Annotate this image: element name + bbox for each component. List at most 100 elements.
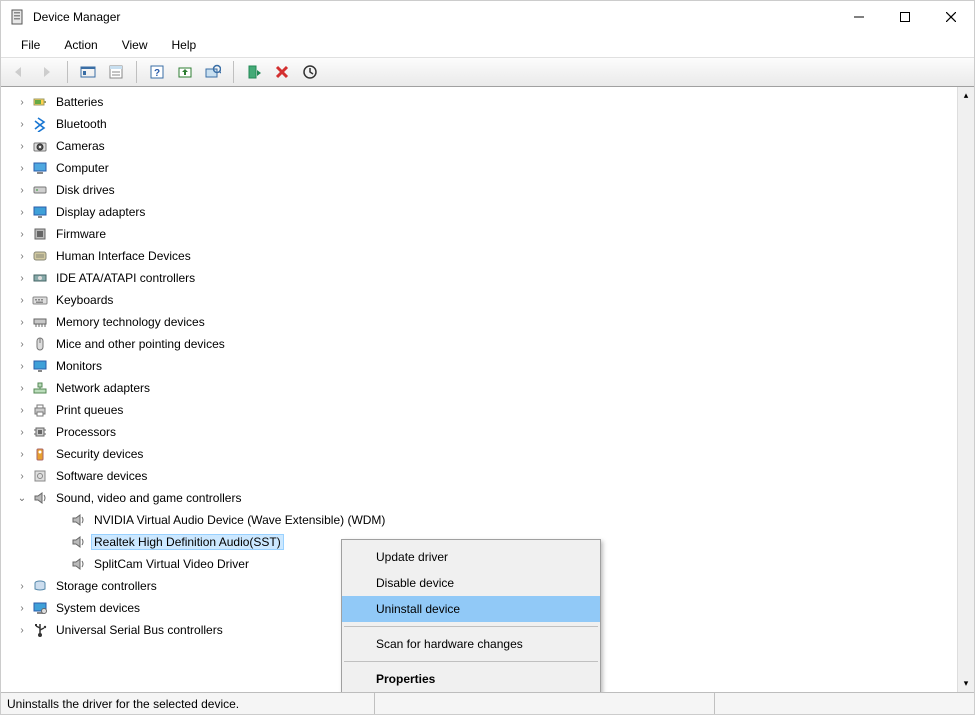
network-icon <box>31 379 49 397</box>
scrollbar[interactable]: ▴ ▾ <box>957 87 974 692</box>
tree-node[interactable]: › Processors <box>1 421 957 443</box>
ctx-uninstall-device[interactable]: Uninstall device <box>342 596 600 622</box>
tree-node[interactable]: ›Disk drives <box>1 179 957 201</box>
chevron-right-icon[interactable]: › <box>13 471 31 482</box>
tree-node-label: Monitors <box>53 359 105 373</box>
tree-node[interactable]: ›Keyboards <box>1 289 957 311</box>
content-area: ›Batteries›Bluetooth›Cameras›Computer›Di… <box>1 87 974 692</box>
chevron-right-icon[interactable]: › <box>13 317 31 328</box>
tree-node[interactable]: ›Mice and other pointing devices <box>1 333 957 355</box>
chevron-right-icon[interactable]: › <box>13 185 31 196</box>
tree-node-label: Network adapters <box>53 381 153 395</box>
tree-node-label: Processors <box>53 425 119 439</box>
tree-node[interactable]: › Monitors <box>1 355 957 377</box>
chevron-right-icon[interactable]: › <box>13 207 31 218</box>
ctx-disable-device[interactable]: Disable device <box>342 570 600 596</box>
tree-node-label: Security devices <box>53 447 146 461</box>
status-text: Uninstalls the driver for the selected d… <box>7 697 259 711</box>
camera-icon <box>31 137 49 155</box>
tree-node-label: Print queues <box>53 403 126 417</box>
tree-node[interactable]: ›Cameras <box>1 135 957 157</box>
status-divider <box>714 693 974 714</box>
chevron-right-icon[interactable]: › <box>13 383 31 394</box>
chevron-right-icon[interactable]: › <box>13 251 31 262</box>
bluetooth-icon <box>31 115 49 133</box>
ctx-properties[interactable]: Properties <box>342 666 600 692</box>
ide-icon <box>31 269 49 287</box>
chevron-right-icon[interactable]: › <box>13 97 31 108</box>
tree-node[interactable]: ⌄ Sound, video and game controllers <box>1 487 957 509</box>
menu-file[interactable]: File <box>11 36 50 54</box>
help-button[interactable]: ? <box>145 61 169 83</box>
firmware-icon <box>31 225 49 243</box>
tree-node[interactable]: › Network adapters <box>1 377 957 399</box>
enable-device-button[interactable] <box>242 61 266 83</box>
menu-action[interactable]: Action <box>54 36 107 54</box>
tree-node[interactable]: ›Display adapters <box>1 201 957 223</box>
chevron-right-icon[interactable]: › <box>13 405 31 416</box>
tree-node[interactable]: ›Memory technology devices <box>1 311 957 333</box>
ctx-update-driver[interactable]: Update driver <box>342 544 600 570</box>
titlebar: Device Manager <box>1 1 974 33</box>
menu-help[interactable]: Help <box>162 36 207 54</box>
processor-icon <box>31 423 49 441</box>
forward-button[interactable] <box>35 61 59 83</box>
tree-node[interactable]: › Print queues <box>1 399 957 421</box>
tree-node[interactable]: › Security devices <box>1 443 957 465</box>
svg-text:?: ? <box>154 68 160 79</box>
menu-view[interactable]: View <box>112 36 158 54</box>
chevron-right-icon[interactable]: › <box>13 141 31 152</box>
statusbar: Uninstalls the driver for the selected d… <box>1 692 974 714</box>
chevron-right-icon[interactable]: › <box>13 581 31 592</box>
scroll-down-icon[interactable]: ▾ <box>958 675 974 692</box>
memory-icon <box>31 313 49 331</box>
ctx-separator <box>344 661 598 662</box>
show-hide-tree-button[interactable] <box>76 61 100 83</box>
mouse-icon <box>31 335 49 353</box>
tree-node[interactable]: ›Firmware <box>1 223 957 245</box>
properties-button[interactable] <box>104 61 128 83</box>
chevron-right-icon[interactable]: › <box>13 119 31 130</box>
tree-node[interactable]: ›Human Interface Devices <box>1 245 957 267</box>
minimize-button[interactable] <box>836 1 882 33</box>
chevron-right-icon[interactable]: › <box>13 295 31 306</box>
tree-node-label: Batteries <box>53 95 106 109</box>
close-button[interactable] <box>928 1 974 33</box>
back-button[interactable] <box>7 61 31 83</box>
software-icon <box>31 467 49 485</box>
monitor-icon <box>31 357 49 375</box>
chevron-right-icon[interactable]: › <box>13 449 31 460</box>
chevron-down-icon[interactable]: ⌄ <box>13 493 31 504</box>
disable-device-button[interactable] <box>298 61 322 83</box>
tree-node[interactable]: ›Software devices <box>1 465 957 487</box>
keyboard-icon <box>31 291 49 309</box>
tree-node-label: Storage controllers <box>53 579 160 593</box>
tree-node[interactable]: ›Computer <box>1 157 957 179</box>
tree-child-node[interactable]: NVIDIA Virtual Audio Device (Wave Extens… <box>1 509 957 531</box>
scroll-up-icon[interactable]: ▴ <box>958 87 974 104</box>
toolbar-separator <box>67 61 68 83</box>
chevron-right-icon[interactable]: › <box>13 273 31 284</box>
tree-node[interactable]: ›Bluetooth <box>1 113 957 135</box>
maximize-button[interactable] <box>882 1 928 33</box>
tree-node[interactable]: ›IDE ATA/ATAPI controllers <box>1 267 957 289</box>
chevron-right-icon[interactable]: › <box>13 163 31 174</box>
tree-node-label: Sound, video and game controllers <box>53 491 244 505</box>
sound-icon <box>31 489 49 507</box>
chevron-right-icon[interactable]: › <box>13 229 31 240</box>
tree-node[interactable]: › Batteries <box>1 91 957 113</box>
system-icon <box>31 599 49 617</box>
uninstall-device-button[interactable] <box>270 61 294 83</box>
chevron-right-icon[interactable]: › <box>13 361 31 372</box>
chevron-right-icon[interactable]: › <box>13 603 31 614</box>
ctx-scan-hardware[interactable]: Scan for hardware changes <box>342 631 600 657</box>
chevron-right-icon[interactable]: › <box>13 625 31 636</box>
update-driver-button[interactable] <box>173 61 197 83</box>
window-title: Device Manager <box>33 10 836 24</box>
chevron-right-icon[interactable]: › <box>13 427 31 438</box>
tree-node-label: SplitCam Virtual Video Driver <box>91 557 252 571</box>
scan-hardware-button[interactable] <box>201 61 225 83</box>
chevron-right-icon[interactable]: › <box>13 339 31 350</box>
window-controls <box>836 1 974 33</box>
device-tree[interactable]: ›Batteries›Bluetooth›Cameras›Computer›Di… <box>1 87 957 692</box>
